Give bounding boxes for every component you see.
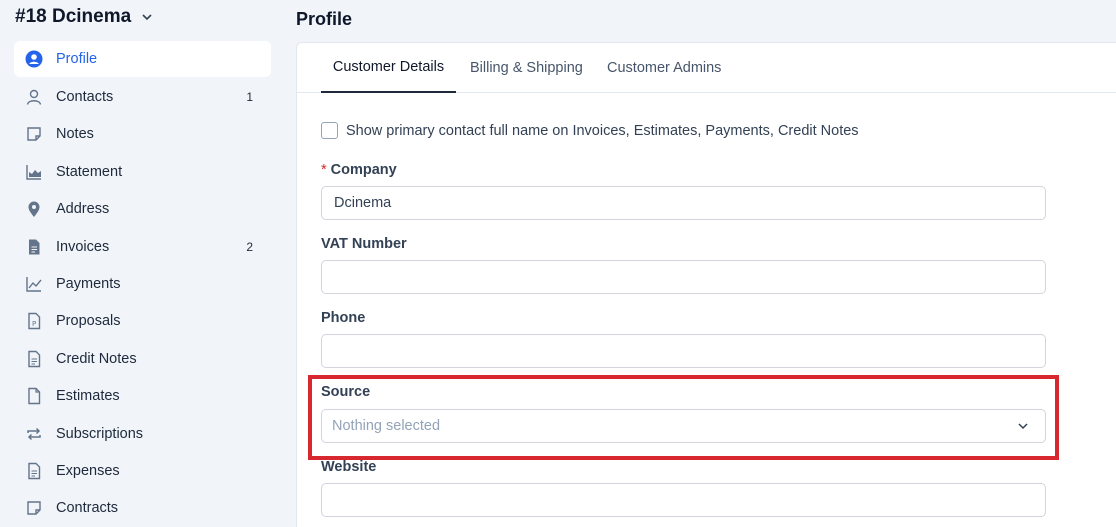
page-title: Profile: [296, 9, 353, 29]
map-pin-icon: [25, 200, 43, 218]
sidebar-item-label: Contacts: [56, 89, 114, 106]
count-badge: 2: [246, 239, 253, 254]
website-input[interactable]: [321, 483, 1046, 517]
sidebar-item-label: Profile: [56, 51, 98, 67]
sidebar-item-profile[interactable]: Profile: [14, 41, 271, 77]
website-label: Website: [321, 459, 377, 475]
company-input[interactable]: [321, 186, 1046, 220]
sidebar-item-invoices[interactable]: Invoices 2: [14, 228, 271, 265]
sidebar-item-label: Payments: [56, 276, 121, 293]
sidebar-item-label: Estimates: [56, 388, 120, 405]
sidebar-item-contracts[interactable]: Contracts: [14, 490, 271, 527]
sidebar-nav: Profile Contacts 1 Notes Statement Addre…: [14, 41, 271, 527]
sidebar-item-proposals[interactable]: P Proposals: [14, 303, 271, 340]
tab-customer-admins[interactable]: Customer Admins: [607, 43, 721, 93]
sidebar-item-label: Expenses: [56, 462, 120, 479]
note-icon: [25, 125, 43, 143]
sidebar-item-label: Proposals: [56, 313, 121, 330]
tab-bar: Customer Details Billing & Shipping Cust…: [297, 43, 1116, 93]
tab-billing-shipping[interactable]: Billing & Shipping: [470, 43, 583, 93]
user-circle-icon: [25, 50, 43, 68]
sidebar-item-label: Credit Notes: [56, 350, 137, 367]
company-label-text: Company: [330, 162, 397, 178]
sidebar-item-label: Statement: [56, 163, 123, 180]
line-chart-icon: [25, 275, 43, 293]
company-label: * Company: [321, 162, 397, 178]
source-label: Source: [321, 384, 371, 400]
chevron-down-icon: [142, 14, 152, 21]
phone-input[interactable]: [321, 334, 1046, 368]
sidebar-item-label: Contracts: [56, 500, 119, 517]
document-icon: [25, 462, 43, 480]
customer-switcher[interactable]: #18 Dcinema: [15, 6, 153, 28]
show-contact-option: Show primary contact full name on Invoic…: [321, 122, 1021, 139]
chevron-down-icon: [1018, 423, 1028, 430]
tab-customer-details[interactable]: Customer Details: [321, 43, 456, 93]
count-badge: 1: [246, 90, 253, 105]
document-icon: [25, 350, 43, 368]
svg-text:P: P: [32, 320, 36, 328]
sidebar-item-label: Notes: [56, 126, 94, 143]
invoice-icon: [25, 238, 43, 256]
sidebar-item-payments[interactable]: Payments: [14, 265, 271, 302]
sidebar-item-subscriptions[interactable]: Subscriptions: [14, 415, 271, 452]
profile-panel: Customer Details Billing & Shipping Cust…: [296, 42, 1116, 527]
show-primary-contact-label: Show primary contact full name on Invoic…: [346, 122, 859, 139]
show-primary-contact-checkbox[interactable]: [321, 122, 338, 139]
repeat-icon: [25, 425, 43, 443]
sidebar-item-credit-notes[interactable]: Credit Notes: [14, 340, 271, 377]
customer-title: #18 Dcinema: [15, 6, 132, 27]
sidebar-item-contacts[interactable]: Contacts 1: [14, 78, 271, 115]
sidebar-item-label: Invoices: [56, 238, 110, 255]
user-icon: [25, 88, 43, 106]
sidebar-item-address[interactable]: Address: [14, 191, 271, 228]
source-select[interactable]: Nothing selected: [321, 409, 1046, 443]
source-placeholder: Nothing selected: [332, 418, 441, 434]
proposal-icon: P: [25, 312, 43, 330]
required-mark: *: [321, 162, 327, 178]
sidebar-item-label: Address: [56, 201, 110, 218]
sidebar-item-expenses[interactable]: Expenses: [14, 452, 271, 489]
sidebar-item-notes[interactable]: Notes: [14, 116, 271, 153]
phone-label: Phone: [321, 310, 366, 326]
vat-number-input[interactable]: [321, 260, 1046, 294]
file-icon: [25, 387, 43, 405]
sidebar-item-label: Subscriptions: [56, 425, 144, 442]
sidebar-item-estimates[interactable]: Estimates: [14, 378, 271, 415]
sidebar-item-statement[interactable]: Statement: [14, 153, 271, 190]
area-chart-icon: [25, 163, 43, 181]
vat-number-label: VAT Number: [321, 236, 407, 252]
contract-icon: [25, 499, 43, 517]
